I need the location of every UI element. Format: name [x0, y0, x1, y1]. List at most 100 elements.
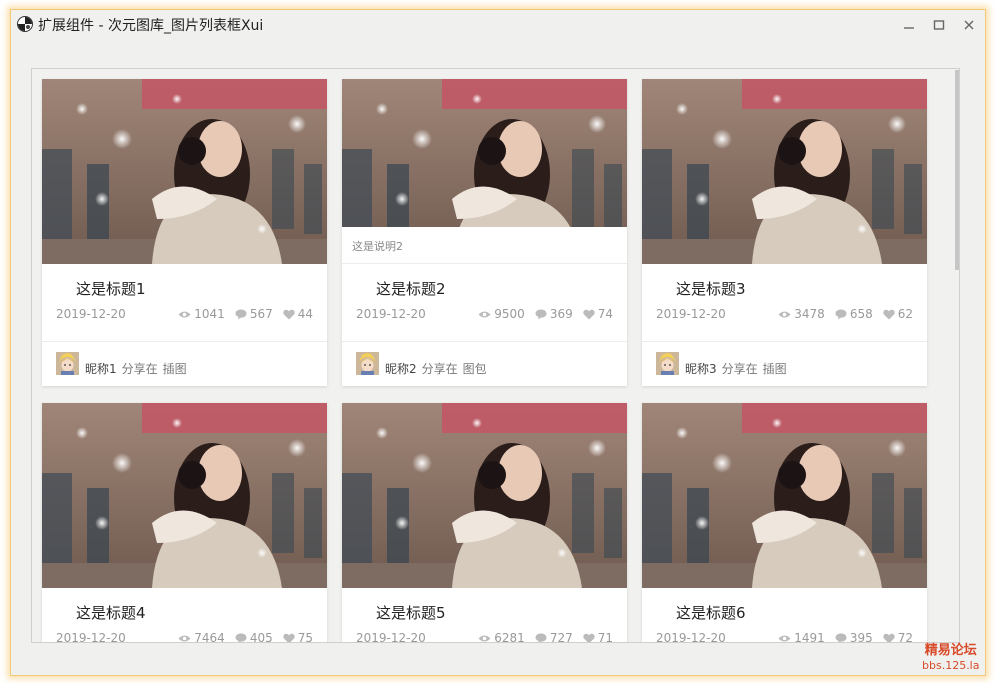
- image-card[interactable]: 这是标题4 2019-12-20 7464 405 75: [42, 403, 327, 643]
- nickname-link[interactable]: 昵称3: [685, 362, 717, 376]
- eye-icon: [778, 311, 791, 317]
- share-label: 分享在: [721, 362, 758, 376]
- eye-icon: [178, 311, 191, 317]
- card-title[interactable]: 这是标题1: [76, 278, 146, 299]
- card-date: 2019-12-20: [656, 307, 726, 321]
- card-photo[interactable]: [42, 79, 327, 264]
- app-window: 扩展组件 - 次元图库_图片列表框Xui 这是标题1 2019-12-20 10…: [10, 9, 986, 676]
- avatar-image: [656, 352, 679, 375]
- avatar-image: [356, 352, 379, 375]
- view-count: 1041: [178, 307, 225, 321]
- view-count: 3478: [778, 307, 825, 321]
- heart-icon: [583, 633, 595, 642]
- eye-icon: [778, 635, 791, 641]
- like-count: 71: [583, 631, 613, 642]
- card-footer: 昵称2 分享在 图包: [342, 341, 627, 386]
- card-footer: 昵称3 分享在 插图: [642, 341, 927, 386]
- heart-icon: [583, 309, 595, 319]
- watermark-title: 精易论坛: [924, 643, 977, 658]
- avatar-image: [56, 352, 79, 375]
- nickname-link[interactable]: 昵称1: [85, 362, 117, 376]
- comment-icon: [535, 633, 547, 642]
- photo-image: [642, 403, 927, 588]
- card-photo[interactable]: [642, 403, 927, 588]
- comment-count: 369: [535, 307, 573, 321]
- photo-caption: 这是说明2: [342, 227, 627, 264]
- card-stats: 7464 405 75: [168, 631, 313, 642]
- category-link[interactable]: 图包: [463, 362, 487, 376]
- like-count: 75: [283, 631, 313, 642]
- nickname-link[interactable]: 昵称2: [385, 362, 417, 376]
- heart-icon: [283, 633, 295, 642]
- photo-image: [342, 403, 627, 588]
- image-list-box[interactable]: 这是标题1 2019-12-20 1041 567 44 昵称1 分享在 插图 …: [31, 68, 960, 643]
- eye-icon: [178, 635, 191, 641]
- photo-image: [42, 79, 327, 264]
- card-stats: 9500 369 74: [468, 307, 613, 321]
- image-card[interactable]: 这是标题1 2019-12-20 1041 567 44 昵称1 分享在 插图: [42, 79, 327, 386]
- category-link[interactable]: 插图: [763, 362, 787, 376]
- image-card[interactable]: 这是标题3 2019-12-20 3478 658 62 昵称3 分享在 插图: [642, 79, 927, 386]
- comment-icon: [835, 309, 847, 319]
- share-info: 昵称3 分享在 插图: [685, 360, 787, 377]
- category-link[interactable]: 插图: [163, 362, 187, 376]
- card-stats: 1041 567 44: [168, 307, 313, 321]
- share-info: 昵称2 分享在 图包: [385, 360, 487, 377]
- vertical-scrollbar[interactable]: [955, 69, 959, 642]
- photo-image: [642, 79, 927, 264]
- comment-icon: [235, 309, 247, 319]
- comment-count: 727: [535, 631, 573, 642]
- heart-icon: [883, 633, 895, 642]
- title-bar[interactable]: 扩展组件 - 次元图库_图片列表框Xui: [11, 10, 985, 40]
- eye-icon: [478, 635, 491, 641]
- image-card[interactable]: 这是标题6 2019-12-20 1491 395 72: [642, 403, 927, 643]
- close-button[interactable]: [958, 14, 980, 36]
- card-date: 2019-12-20: [656, 631, 726, 643]
- like-count: 44: [283, 307, 313, 321]
- comment-count: 567: [235, 307, 273, 321]
- card-stats: 1491 395 72: [768, 631, 913, 642]
- close-icon: [964, 20, 974, 30]
- card-title[interactable]: 这是标题4: [76, 602, 146, 623]
- heart-icon: [283, 309, 295, 319]
- view-count: 6281: [478, 631, 525, 642]
- avatar[interactable]: [656, 352, 679, 375]
- comment-icon: [835, 633, 847, 642]
- view-count: 9500: [478, 307, 525, 321]
- image-card[interactable]: 这是标题5 2019-12-20 6281 727 71: [342, 403, 627, 642]
- comment-count: 395: [835, 631, 873, 642]
- card-title[interactable]: 这是标题3: [676, 278, 746, 299]
- avatar[interactable]: [56, 352, 79, 375]
- image-card[interactable]: 这是说明2 这是标题2 2019-12-20 9500 369 74 昵称2 分…: [342, 79, 627, 386]
- like-count: 74: [583, 307, 613, 321]
- card-title[interactable]: 这是标题5: [376, 602, 446, 623]
- maximize-button[interactable]: [928, 14, 950, 36]
- minimize-button[interactable]: [898, 14, 920, 36]
- comment-count: 405: [235, 631, 273, 642]
- card-stats: 3478 658 62: [768, 307, 913, 321]
- window-title: 扩展组件 - 次元图库_图片列表框Xui: [38, 18, 264, 34]
- card-photo[interactable]: [642, 79, 927, 264]
- photo-image: [42, 403, 327, 588]
- card-footer: 昵称1 分享在 插图: [42, 341, 327, 386]
- card-photo[interactable]: [342, 403, 627, 588]
- card-stats: 6281 727 71: [468, 631, 613, 642]
- comment-icon: [235, 633, 247, 642]
- scrollbar-thumb[interactable]: [955, 70, 959, 270]
- comment-count: 658: [835, 307, 873, 321]
- minimize-icon: [904, 27, 914, 29]
- like-count: 62: [883, 307, 913, 321]
- eye-icon: [478, 311, 491, 317]
- card-title[interactable]: 这是标题2: [376, 278, 446, 299]
- view-count: 1491: [778, 631, 825, 642]
- share-info: 昵称1 分享在 插图: [85, 360, 187, 377]
- card-photo[interactable]: [42, 403, 327, 588]
- card-title[interactable]: 这是标题6: [676, 602, 746, 623]
- forum-watermark: 精易论坛 bbs.125.la: [922, 643, 979, 673]
- share-label: 分享在: [421, 362, 458, 376]
- card-date: 2019-12-20: [356, 307, 426, 321]
- avatar[interactable]: [356, 352, 379, 375]
- view-count: 7464: [178, 631, 225, 642]
- card-date: 2019-12-20: [56, 307, 126, 321]
- card-date: 2019-12-20: [56, 631, 126, 643]
